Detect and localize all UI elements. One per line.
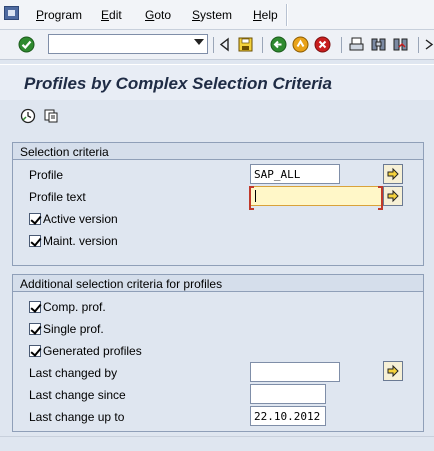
comp-prof-label: Comp. prof. [43,300,106,314]
additional-criteria-group: Additional selection criteria for profil… [12,274,424,432]
menu-program[interactable]: Program [36,8,82,22]
single-prof-checkbox[interactable] [29,323,41,335]
arrow-right-icon [387,189,399,203]
menu-system[interactable]: System [192,8,232,22]
find-next-icon[interactable] [392,36,409,53]
toolbar-separator [213,37,214,53]
menu-help[interactable]: Help [253,8,278,22]
last-change-since-label: Last change since [29,388,126,402]
find-icon[interactable] [370,36,387,53]
system-menu-icon[interactable] [4,6,19,20]
profile-text-label: Profile text [29,190,86,204]
group-header: Selection criteria [13,143,423,160]
enter-check-icon[interactable] [18,36,35,53]
generated-profiles-label: Generated profiles [43,344,142,358]
menu-edit[interactable]: Edit [101,8,122,22]
menu-bar: Program Edit Goto System Help [0,0,434,30]
arrow-right-icon [387,167,399,181]
back-triangle-icon[interactable] [217,36,234,53]
single-prof-label: Single prof. [43,322,104,336]
arrow-right-icon [387,364,399,378]
profile-label: Profile [29,168,64,182]
maint-version-checkbox[interactable] [29,235,41,247]
multiple-selection-button[interactable] [383,164,403,184]
last-changed-by-input[interactable] [250,362,340,382]
exit-icon[interactable] [292,36,309,53]
application-toolbar [0,101,434,131]
toolbar-separator [262,37,263,53]
active-version-checkbox[interactable] [29,213,41,225]
last-change-since-input[interactable] [250,384,326,404]
menu-bar-divider [286,4,288,26]
save-icon[interactable] [237,36,254,53]
command-field[interactable] [48,34,208,54]
generated-profiles-checkbox[interactable] [29,345,41,357]
active-version-label: Active version [43,212,118,226]
chevron-down-icon[interactable] [194,39,204,45]
toolbar-separator [418,37,419,53]
profile-input[interactable]: SAP_ALL [250,164,340,184]
last-changed-by-label: Last changed by [29,366,118,380]
divider [0,436,434,437]
profile-text-input[interactable] [249,186,383,210]
execute-clock-icon[interactable] [20,108,36,124]
print-icon[interactable] [348,36,365,53]
last-change-up-to-label: Last change up to [29,410,125,424]
multiple-selection-button[interactable] [383,186,403,206]
toolbar-separator [341,37,342,53]
last-change-up-to-input[interactable]: 22.10.2012 [250,406,326,426]
maint-version-label: Maint. version [43,234,118,248]
group-header: Additional selection criteria for profil… [13,275,423,292]
multiple-selection-button[interactable] [383,361,403,381]
text-cursor [255,190,256,202]
menu-goto[interactable]: Goto [145,8,171,22]
page-title: Profiles by Complex Selection Criteria [24,74,332,93]
comp-prof-checkbox[interactable] [29,301,41,313]
first-page-icon[interactable] [424,36,434,53]
copy-variant-icon[interactable] [43,108,59,124]
back-icon[interactable] [270,36,287,53]
cancel-icon[interactable] [314,36,331,53]
